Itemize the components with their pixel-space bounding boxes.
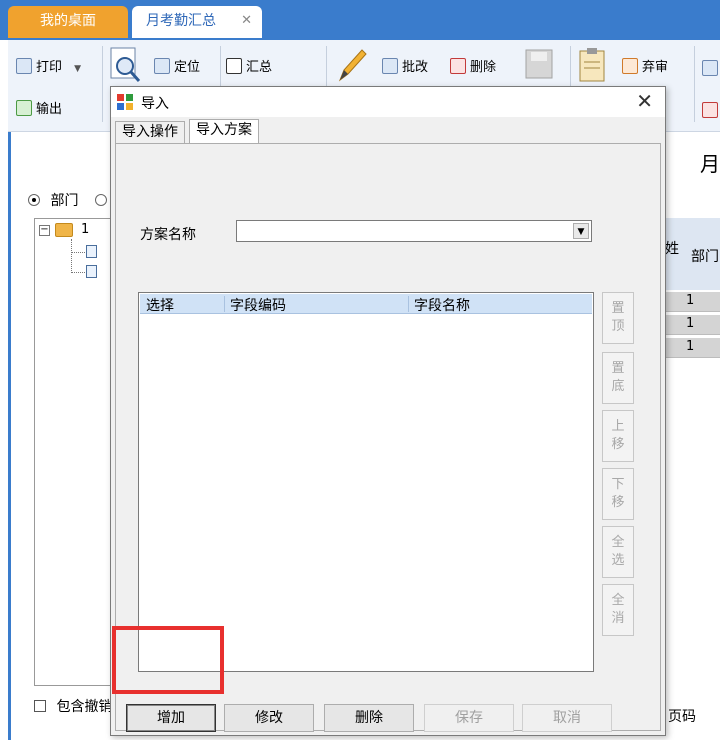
document-icon[interactable]: [86, 265, 97, 278]
export-button[interactable]: 输出: [16, 98, 62, 122]
sigma-icon: [226, 58, 242, 74]
summary-button[interactable]: 汇总: [226, 56, 272, 80]
save-icon[interactable]: [524, 48, 554, 80]
abandon-icon: [622, 58, 638, 74]
locate-icon: [154, 58, 170, 74]
field-list[interactable]: 选择 字段编码 字段名称: [138, 292, 594, 672]
page-title: 月: [700, 152, 720, 176]
page-border: [8, 132, 11, 740]
clipboard-icon[interactable]: [576, 46, 610, 84]
deselect-all-button[interactable]: 全消: [602, 584, 634, 636]
printer-icon: [16, 58, 32, 74]
tree-node-label[interactable]: 1: [81, 222, 89, 237]
page-number-label: 页码: [668, 709, 696, 725]
radio-button[interactable]: [94, 194, 107, 206]
column-divider[interactable]: [408, 296, 409, 312]
tab-strip: 我的桌面 月考勤汇总 ✕: [0, 0, 720, 40]
dialog-title: 导入: [141, 96, 169, 112]
radio-dept[interactable]: 部门: [28, 190, 107, 210]
folder-icon: [55, 223, 73, 237]
grid-col-dept: 部门: [691, 249, 719, 265]
tab-import-operation[interactable]: 导入操作: [115, 121, 185, 143]
document-icon[interactable]: [702, 60, 718, 76]
cancel-button[interactable]: 取消: [522, 704, 612, 732]
field-list-header: 选择 字段编码 字段名称: [140, 294, 592, 314]
move-to-top-button[interactable]: 置顶: [602, 292, 634, 344]
close-icon[interactable]: ✕: [241, 6, 252, 36]
tab-monthly-attendance[interactable]: 月考勤汇总 ✕: [132, 6, 262, 38]
search-document-icon[interactable]: [108, 46, 142, 84]
tree-connector: [71, 272, 85, 273]
move-to-bottom-button[interactable]: 置底: [602, 352, 634, 404]
modify-button[interactable]: 修改: [224, 704, 314, 732]
plan-name-select[interactable]: ▼: [236, 220, 592, 242]
grid-col-name: 姓: [665, 241, 679, 257]
chevron-down-icon[interactable]: ▼: [573, 223, 589, 239]
save-button[interactable]: 保存: [424, 704, 514, 732]
tree-connector: [71, 239, 72, 273]
highlight-box: [112, 626, 224, 694]
dialog-titlebar[interactable]: 导入 ✕: [111, 87, 665, 117]
delete-button[interactable]: 删除: [450, 56, 496, 80]
column-divider[interactable]: [224, 296, 225, 312]
tree-connector: [71, 252, 85, 253]
edit-icon: [382, 58, 398, 74]
table-row[interactable]: 1: [660, 315, 720, 335]
delete-button[interactable]: 删除: [324, 704, 414, 732]
plan-name-label: 方案名称: [140, 227, 196, 243]
app-logo-icon: [117, 94, 133, 110]
table-row[interactable]: 1: [660, 338, 720, 358]
collapse-icon[interactable]: −: [39, 225, 50, 236]
move-down-button[interactable]: 下移: [602, 468, 634, 520]
print-button[interactable]: 打印 ▼: [16, 56, 81, 80]
table-row[interactable]: 1: [660, 292, 720, 312]
locate-button[interactable]: 定位: [154, 56, 200, 80]
tab-my-desktop[interactable]: 我的桌面: [8, 6, 128, 38]
include-cancelled-checkbox[interactable]: 包含撤销: [34, 696, 112, 716]
column-header-select[interactable]: 选择: [146, 295, 174, 315]
tab-import-plan[interactable]: 导入方案: [189, 119, 259, 143]
export-icon: [16, 100, 32, 116]
edit-button[interactable]: 批改: [382, 56, 428, 80]
grid-header: 姓 部门: [660, 218, 720, 290]
checkbox[interactable]: [34, 700, 46, 712]
tab-monthly-attendance-label: 月考勤汇总: [146, 13, 216, 29]
document-icon[interactable]: [86, 245, 97, 258]
pencil-icon[interactable]: [334, 46, 368, 84]
column-header-field-code[interactable]: 字段编码: [230, 295, 286, 315]
chevron-down-icon[interactable]: ▼: [74, 64, 81, 74]
move-up-button[interactable]: 上移: [602, 410, 634, 462]
column-header-field-name[interactable]: 字段名称: [414, 295, 470, 315]
radio-button[interactable]: [28, 194, 40, 206]
toolbar-separator: [102, 46, 103, 122]
delete-icon: [450, 58, 466, 74]
abandon-review-button[interactable]: 弃审: [622, 56, 668, 80]
toolbar-separator: [694, 46, 695, 122]
add-button[interactable]: 增加: [126, 704, 216, 732]
document-delete-icon[interactable]: [702, 102, 718, 118]
department-tree[interactable]: − 1: [34, 218, 114, 686]
close-icon[interactable]: ✕: [636, 89, 653, 113]
select-all-button[interactable]: 全选: [602, 526, 634, 578]
